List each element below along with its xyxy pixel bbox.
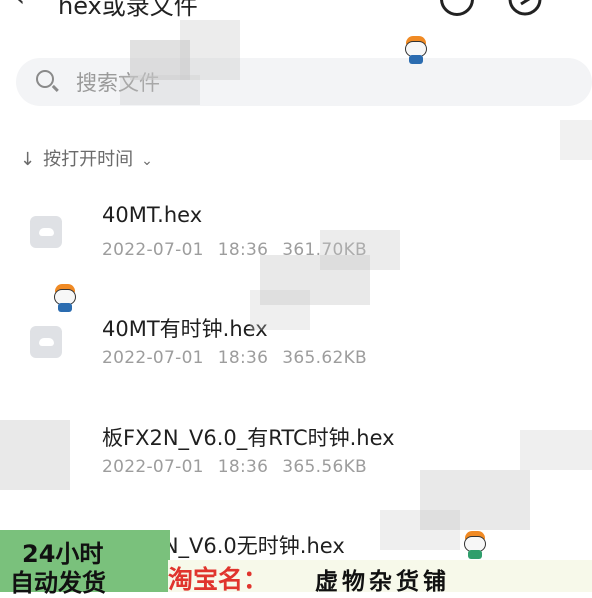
- clock-icon[interactable]: [440, 0, 474, 16]
- page-title: hex或录文件: [58, 0, 198, 20]
- sort-arrow-icon: ↓: [20, 149, 36, 170]
- file-date: 2022-07-01: [102, 348, 204, 368]
- share-icon[interactable]: [508, 0, 542, 16]
- chevron-down-icon: ⌄: [141, 153, 153, 169]
- file-name[interactable]: 40MT.hex: [102, 203, 202, 227]
- file-name[interactable]: 40MT有时钟.hex: [102, 313, 268, 343]
- file-time: 18:36: [217, 348, 269, 368]
- back-arrow-icon[interactable]: ‹: [14, 0, 25, 13]
- file-size: 365.56KB: [282, 457, 367, 477]
- mascot-sticker: [52, 283, 78, 313]
- file-date: 2022-07-01: [102, 457, 204, 477]
- store-label: 淘宝名：: [168, 565, 269, 594]
- promo-badge-line2: 自动发货: [10, 569, 106, 597]
- file-name[interactable]: 板FX2N_V6.0_有RTC时钟.hex: [102, 422, 395, 452]
- title-bar: ‹ hex或录文件: [0, 0, 592, 40]
- mascot-sticker: [462, 530, 488, 560]
- sort-label: 按打开时间: [43, 149, 134, 170]
- file-meta: 2022-07-01 18:36 365.56KB: [102, 457, 381, 477]
- search-icon: [36, 70, 54, 88]
- file-icon: [30, 216, 62, 248]
- file-icon: [30, 326, 62, 358]
- mascot-sticker: [403, 35, 429, 65]
- store-name: 虚物杂货铺: [315, 569, 450, 595]
- file-time: 18:36: [217, 457, 269, 477]
- file-meta: 2022-07-01 18:36 365.62KB: [102, 348, 381, 368]
- file-size: 365.62KB: [282, 348, 367, 368]
- sort-selector[interactable]: ↓ 按打开时间 ⌄: [20, 145, 153, 171]
- search-input[interactable]: 搜索文件: [16, 58, 592, 106]
- file-date: 2022-07-01: [102, 240, 204, 260]
